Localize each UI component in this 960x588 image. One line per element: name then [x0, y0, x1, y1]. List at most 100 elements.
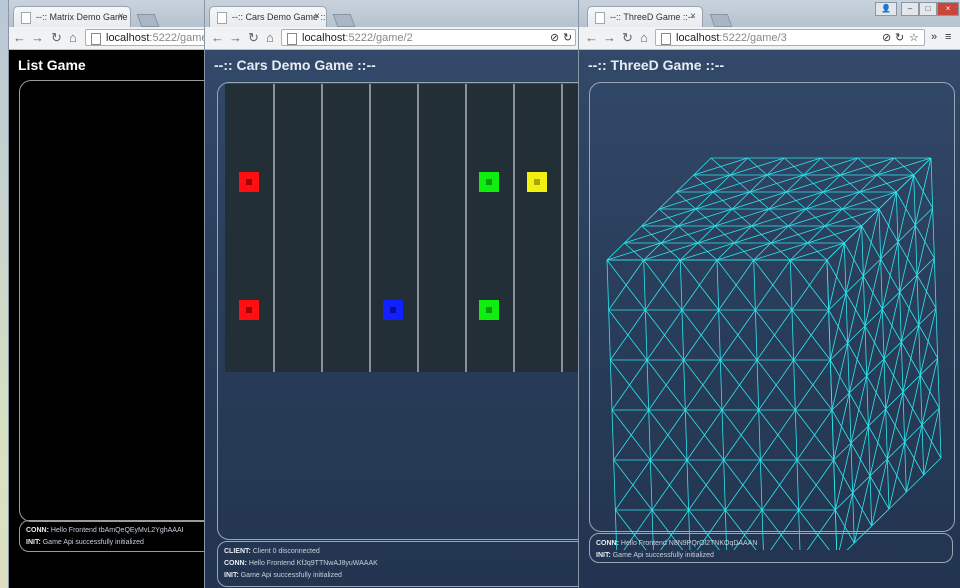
- wire-edge: [798, 459, 835, 511]
- page-icon: [287, 33, 297, 45]
- wire-edge: [869, 408, 887, 477]
- wire-edge: [683, 309, 720, 361]
- page-title: --:: ThreeD Game ::--: [588, 57, 725, 73]
- profile-button[interactable]: 👤: [875, 2, 897, 16]
- wire-edge: [732, 208, 752, 227]
- back-icon[interactable]: ←: [585, 29, 598, 47]
- wire-edge: [824, 225, 845, 244]
- wire-edge: [660, 242, 681, 261]
- wire-edge: [768, 208, 789, 227]
- tab-threed[interactable]: --:: ThreeD Game ::-- ×: [587, 6, 703, 27]
- close-icon[interactable]: ×: [118, 7, 124, 27]
- tab-matrix[interactable]: --:: Matrix Demo Game ::-- ×: [13, 6, 131, 27]
- new-tab-button[interactable]: [136, 14, 160, 27]
- wire-edge: [833, 392, 850, 461]
- wire-edge: [921, 357, 939, 426]
- wire-edge: [899, 224, 916, 293]
- wire-edge: [723, 409, 760, 461]
- forward-icon[interactable]: →: [229, 29, 242, 47]
- log-line: CLIENT: Client 0 disconnected: [224, 548, 320, 555]
- tab-title: --:: ThreeD Game ::--: [610, 12, 694, 22]
- wire-edge: [805, 208, 826, 227]
- sync-icon[interactable]: ↻: [895, 31, 904, 44]
- forward-icon[interactable]: →: [603, 29, 616, 47]
- wire-edge: [905, 424, 923, 493]
- home-icon[interactable]: ⌂: [266, 29, 274, 47]
- wire-edge: [862, 208, 880, 277]
- reload-icon[interactable]: ↻: [51, 29, 62, 47]
- reload-icon[interactable]: ↻: [622, 29, 633, 47]
- address-bar[interactable]: localhost:5222/game/2: [281, 29, 576, 46]
- address-bar[interactable]: localhost:5222/game/1: [85, 29, 219, 46]
- wire-edge: [686, 409, 723, 461]
- new-tab-button[interactable]: [332, 14, 356, 27]
- lane-divider: [273, 84, 275, 372]
- wire-edge: [807, 242, 828, 261]
- wire-edge: [842, 208, 862, 227]
- car: [239, 172, 259, 192]
- new-tab-button[interactable]: [709, 14, 733, 27]
- page-icon: [91, 33, 101, 45]
- lane-divider: [513, 84, 515, 372]
- sync-icon[interactable]: ↻: [563, 31, 572, 44]
- wire-edge: [883, 291, 901, 360]
- minimize-icon[interactable]: –: [901, 2, 919, 16]
- page-title: List Game: [18, 57, 86, 73]
- wire-edge: [613, 409, 650, 461]
- wire-edge: [914, 157, 932, 226]
- adblock-icon[interactable]: ⊘: [550, 31, 559, 44]
- wire-edge: [822, 191, 843, 210]
- wire-edge: [681, 259, 718, 311]
- wire-edge: [845, 225, 863, 294]
- page-content: List Game CONN: Hello Frontend tbAmQeQEy…: [9, 50, 219, 588]
- wire-edge: [886, 391, 904, 460]
- wire-edge: [852, 425, 869, 494]
- matrix-canvas[interactable]: [19, 80, 219, 522]
- log-line: INIT: Game Api successfully initialized: [224, 572, 342, 579]
- adblock-icon[interactable]: ⊘: [882, 31, 891, 44]
- extensions-icon[interactable]: »: [931, 31, 937, 43]
- lane-divider: [321, 84, 323, 372]
- back-icon[interactable]: ←: [211, 29, 224, 47]
- back-icon[interactable]: ←: [13, 29, 26, 47]
- wire-edge: [848, 325, 866, 394]
- wire-edge: [866, 308, 883, 377]
- wire-edge: [611, 359, 648, 411]
- wire-edge: [897, 174, 915, 243]
- home-icon[interactable]: ⌂: [69, 29, 77, 47]
- wire-edge: [902, 324, 920, 393]
- tab-cars[interactable]: --:: Cars Demo Game ::-- ×: [209, 6, 327, 27]
- road-canvas[interactable]: [225, 84, 581, 372]
- wire-edge: [794, 359, 831, 411]
- wire-edge: [721, 359, 758, 411]
- reload-icon[interactable]: ↻: [248, 29, 259, 47]
- log-line: CONN: Hello Frontend N8N9PQrOl2TNKOqDAAA…: [596, 540, 758, 547]
- star-icon[interactable]: ☆: [909, 31, 919, 44]
- wire-edge: [840, 174, 860, 193]
- log-line: INIT: Game Api successfully initialized: [26, 539, 144, 546]
- wire-edge: [719, 309, 756, 361]
- wire-edge: [649, 409, 686, 461]
- page-icon: [217, 12, 227, 24]
- wire-edge: [759, 409, 796, 461]
- wire-edge: [828, 242, 845, 311]
- maximize-icon[interactable]: □: [919, 2, 937, 16]
- wire-edge: [734, 242, 754, 261]
- log-panel: CONN: Hello Frontend tbAmQeQEyMvL2YghAAA…: [19, 520, 219, 552]
- wire-edge: [793, 309, 830, 361]
- close-icon[interactable]: ×: [690, 7, 696, 27]
- log-line: CONN: Hello Frontend KfJq9TTNwAJ8yuWAAAK: [224, 560, 378, 567]
- menu-icon[interactable]: ≡: [945, 31, 951, 43]
- wire-edge: [918, 257, 935, 326]
- page-icon: [21, 12, 31, 24]
- forward-icon[interactable]: →: [31, 29, 44, 47]
- wire-edge: [718, 259, 755, 311]
- wire-edge: [888, 441, 906, 510]
- close-icon[interactable]: ×: [314, 7, 320, 27]
- close-window-icon[interactable]: ×: [937, 2, 959, 16]
- home-icon[interactable]: ⌂: [640, 29, 648, 47]
- wireframe-cube[interactable]: [579, 100, 960, 550]
- wire-edge: [867, 358, 885, 427]
- wire-edge: [766, 174, 787, 193]
- wire-edge: [857, 157, 878, 176]
